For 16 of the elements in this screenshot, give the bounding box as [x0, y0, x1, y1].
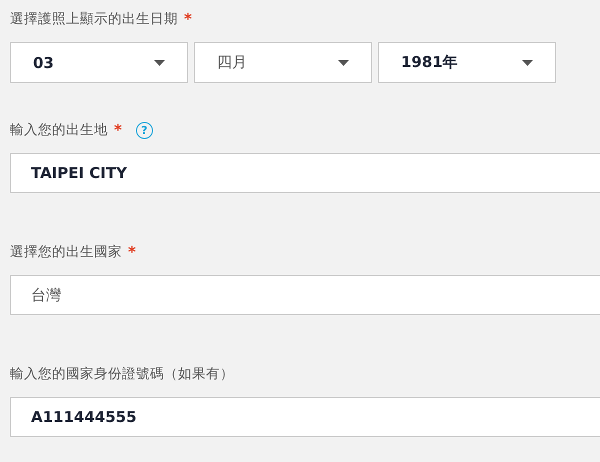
required-mark: *	[184, 10, 192, 28]
field-label: 選擇護照上顯示的出生日期	[10, 10, 178, 28]
input-field[interactable]: 台灣	[10, 275, 600, 315]
required-mark: *	[128, 243, 136, 261]
input-field[interactable]: TAIPEI CITY	[10, 153, 600, 193]
input-field[interactable]: A111444555	[10, 397, 600, 437]
required-mark: *	[114, 121, 122, 139]
dropdown-select[interactable]: 1981年	[378, 42, 556, 83]
field-label: 選擇您的出生國家	[10, 243, 122, 261]
dropdown-select[interactable]: 四月	[194, 42, 372, 83]
caret-icon	[338, 60, 349, 66]
caret-icon	[154, 60, 165, 66]
field-label: 輸入您的出生地	[10, 121, 108, 139]
field-label: 輸入您的國家身份證號碼（如果有）	[10, 365, 234, 383]
caret-icon	[522, 60, 533, 66]
dropdown-select[interactable]: 03	[10, 42, 188, 83]
